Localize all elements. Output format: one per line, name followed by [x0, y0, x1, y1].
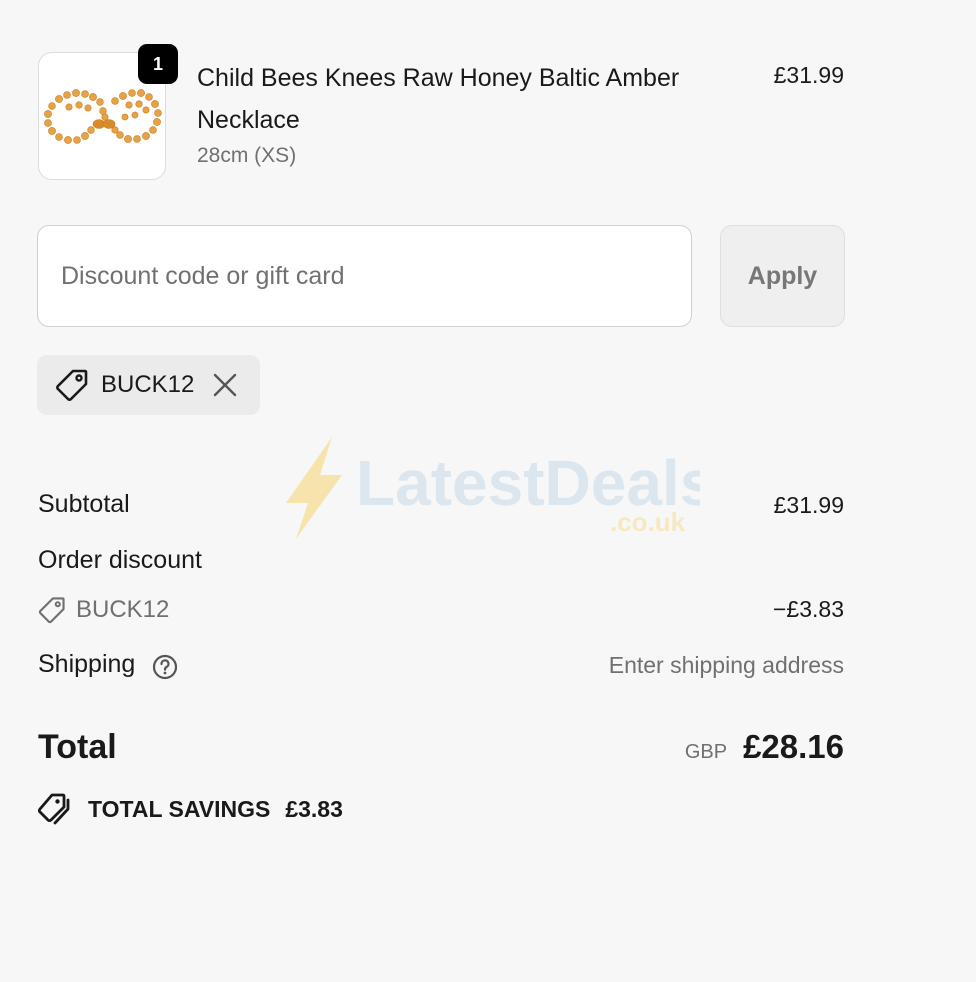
help-icon[interactable]: [152, 654, 178, 685]
quantity-badge: 1: [138, 44, 178, 84]
subtotal-label: Subtotal: [38, 490, 130, 518]
shipping-value: Enter shipping address: [608, 652, 844, 678]
product-variant: 28cm (XS): [197, 144, 297, 167]
line-item: 1 Child Bees Knees Raw Honey Baltic Ambe…: [38, 44, 844, 182]
tags-icon: [38, 793, 70, 825]
order-summary: 1 Child Bees Knees Raw Honey Baltic Ambe…: [0, 0, 976, 982]
discount-code-input[interactable]: [37, 225, 692, 327]
tag-icon: [38, 597, 65, 624]
order-discount-value: −£3.83: [773, 596, 844, 622]
applied-code-label: BUCK12: [101, 371, 195, 398]
product-thumbnail: 1: [38, 44, 178, 180]
apply-button[interactable]: Apply: [720, 225, 845, 327]
watermark-suffix: .co.uk: [610, 507, 686, 537]
tag-icon: [55, 368, 89, 402]
total-label: Total: [38, 728, 117, 766]
close-icon: [214, 373, 237, 397]
total-amount: £28.16: [743, 728, 844, 765]
order-discount-code-label: BUCK12: [76, 596, 170, 623]
total-savings: TOTAL SAVINGS £3.83: [38, 792, 343, 826]
shipping-label: Shipping: [38, 650, 136, 678]
subtotal-value: £31.99: [773, 492, 844, 518]
total-value: GBP £28.16: [685, 728, 844, 766]
watermark-logo: LatestDeals .co.uk: [280, 435, 715, 550]
remove-discount-button[interactable]: [212, 372, 238, 398]
product-title: Child Bees Knees Raw Honey Baltic Amber …: [197, 64, 680, 134]
total-savings-amount: £3.83: [285, 795, 343, 822]
product-price: £31.99: [773, 62, 844, 88]
order-discount-code: BUCK12: [38, 596, 169, 624]
order-discount-label: Order discount: [38, 546, 202, 574]
total-savings-label: TOTAL SAVINGS: [88, 795, 271, 822]
applied-discount-chip: BUCK12: [37, 355, 260, 415]
currency-code: GBP: [684, 741, 728, 763]
